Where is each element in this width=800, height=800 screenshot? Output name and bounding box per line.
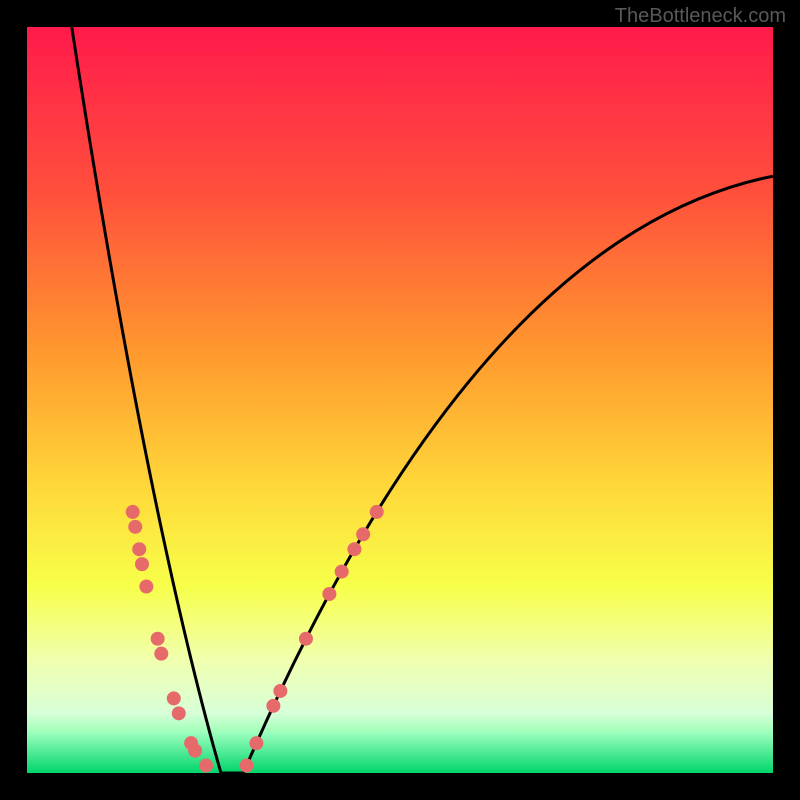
watermark: TheBottleneck.com bbox=[615, 5, 786, 28]
gradient-bg bbox=[27, 27, 773, 773]
green-band bbox=[27, 732, 773, 773]
plot-area: TheBottleneck.com bbox=[0, 0, 800, 800]
chart-container: TheBottleneck.com bbox=[0, 0, 800, 800]
